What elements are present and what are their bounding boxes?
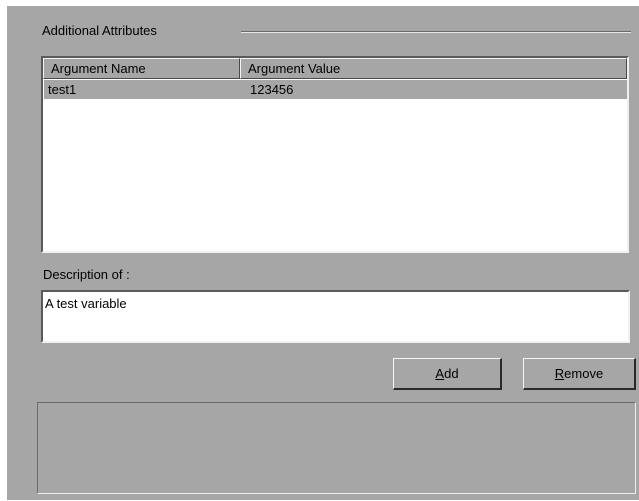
add-button-label: dd xyxy=(444,366,459,381)
list-header: Argument Name Argument Value xyxy=(43,58,627,79)
argument-name-cell: test1 xyxy=(48,82,77,97)
argument-value-cell: 123456 xyxy=(250,82,294,97)
group-title: Additional Attributes xyxy=(42,23,157,38)
add-button[interactable]: Add xyxy=(393,358,502,390)
group-divider xyxy=(241,31,631,33)
description-field[interactable]: A test variable xyxy=(41,290,630,343)
info-panel xyxy=(37,402,636,494)
column-header-argument-value[interactable]: Argument Value xyxy=(240,58,627,79)
table-row[interactable]: test1 123456 xyxy=(44,80,627,99)
description-text: A test variable xyxy=(45,296,127,311)
remove-button-label: emove xyxy=(564,366,604,381)
remove-button[interactable]: Remove xyxy=(523,358,636,390)
add-button-mnemonic: A xyxy=(435,366,445,381)
description-label: Description of : xyxy=(43,267,130,282)
arguments-list[interactable]: Argument Name Argument Value test1 12345… xyxy=(41,56,629,253)
column-header-argument-name[interactable]: Argument Name xyxy=(43,58,240,79)
remove-button-mnemonic: R xyxy=(554,366,565,381)
